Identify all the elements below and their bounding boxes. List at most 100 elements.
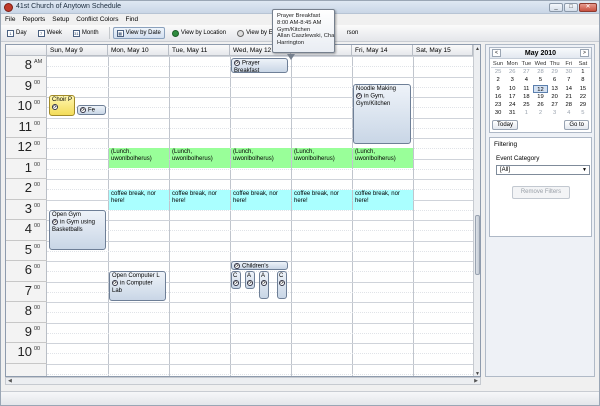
calendar-date[interactable]: 31 (505, 109, 519, 117)
week-view-button[interactable]: 7 Week (34, 27, 66, 39)
event-category-select[interactable]: [All] ▼ (496, 165, 590, 175)
calendar-date[interactable]: 1 (576, 68, 590, 76)
event-open-gym[interactable]: Open Gym ⟳ in Gym using Basketballs (49, 210, 106, 250)
event-coffee-thu[interactable]: coffee break, nor here! (292, 190, 352, 210)
day-header-sat[interactable]: Sat, May 15 (413, 45, 473, 56)
menu-setup[interactable]: Setup (52, 16, 69, 23)
calendar-date[interactable]: 1 (519, 109, 533, 117)
calendar-date[interactable]: 25 (519, 101, 533, 109)
event-coffee-fri[interactable]: coffee break, nor here! (353, 190, 413, 210)
event-tooltip: Prayer Breakfast 8:00 AM-8:45 AM Gym/Kit… (272, 9, 335, 60)
calendar-date[interactable]: 28 (533, 68, 547, 76)
calendar-date[interactable]: 18 (519, 93, 533, 101)
calendar-date[interactable]: 28 (562, 101, 576, 109)
event-childrens-2[interactable]: A ⟳ (245, 271, 255, 289)
calendar-date[interactable]: 16 (491, 93, 505, 101)
calendar-date[interactable]: 8 (576, 76, 590, 84)
calendar-date[interactable]: 10 (505, 85, 519, 93)
event-fe[interactable]: ⟳ Fe (77, 105, 106, 115)
event-noodle-making[interactable]: Noodle Making ⟳ in Gym, Gym/Kitchen (353, 84, 411, 144)
calendar-date[interactable]: 17 (505, 93, 519, 101)
recurring-icon: ⟳ (52, 104, 58, 110)
calendar-date[interactable]: 30 (491, 109, 505, 117)
calendar-date[interactable]: 3 (548, 109, 562, 117)
calendar-date[interactable]: 5 (576, 109, 590, 117)
event-open-computer-lab[interactable]: Open Computer L ⟳ in Computer Lab (109, 271, 166, 301)
day-view-button[interactable]: 1 Day (3, 27, 31, 39)
calendar-date[interactable]: 4 (519, 76, 533, 84)
schedule-grid[interactable]: ⟳ Prayer Breakfast Choir P ⟳ ⟳ Fe Noodle Ma… (47, 56, 473, 376)
calendar-date[interactable]: 27 (519, 68, 533, 76)
menu-reports[interactable]: Reports (22, 16, 45, 23)
prev-month-button[interactable]: < (492, 49, 501, 57)
calendar-date[interactable]: 4 (562, 109, 576, 117)
day-header-sun[interactable]: Sun, May 9 (47, 45, 108, 56)
calendar-date[interactable]: 22 (576, 93, 590, 101)
event-childrens[interactable]: ⟳ Children's (231, 261, 288, 270)
hour-gridline (47, 56, 473, 57)
view-by-location-button[interactable]: View by Location (168, 27, 230, 39)
view-by-date-button[interactable]: ▦ View by Date (112, 27, 165, 39)
calendar-date[interactable]: 25 (491, 68, 505, 76)
scroll-up-icon[interactable]: ▲ (474, 45, 480, 53)
calendar-date[interactable]: 2 (491, 76, 505, 84)
day-header-tue[interactable]: Tue, May 11 (169, 45, 230, 56)
event-childrens-4[interactable]: C ⟳ (277, 271, 287, 299)
calendar-date[interactable]: 29 (576, 101, 590, 109)
calendar-date[interactable]: 7 (562, 76, 576, 84)
calendar-date[interactable]: 14 (562, 85, 576, 93)
calendar-date[interactable]: 11 (519, 85, 533, 93)
restore-button[interactable]: □ (564, 3, 578, 12)
event-lunch-mon[interactable]: (Lunch, uwonlbolherus) (109, 148, 169, 168)
calendar-date[interactable]: 24 (505, 101, 519, 109)
calendar-date[interactable]: 30 (562, 68, 576, 76)
event-coffee-wed[interactable]: coffee break, nor here! (231, 190, 291, 210)
day-header-mon[interactable]: Mon, May 10 (108, 45, 169, 56)
scroll-right-icon[interactable]: ▶ (474, 378, 478, 385)
event-lunch-fri[interactable]: (Lunch, uwonlbolherus) (353, 148, 413, 168)
event-childrens-3[interactable]: A ⟳ (259, 271, 269, 299)
calendar-date[interactable]: 3 (505, 76, 519, 84)
scroll-down-icon[interactable]: ▼ (474, 370, 480, 376)
calendar-date[interactable]: 26 (533, 101, 547, 109)
calendar-date[interactable]: 23 (491, 101, 505, 109)
calendar-date[interactable]: 29 (548, 68, 562, 76)
calendar-date[interactable]: 15 (576, 85, 590, 93)
menu-conflict-colors[interactable]: Conflict Colors (76, 16, 118, 23)
view-by-person-button[interactable]: rson (343, 27, 363, 39)
minimize-button[interactable]: _ (549, 3, 563, 12)
event-prayer-breakfast[interactable]: ⟳ Prayer Breakfast (231, 58, 288, 73)
calendar-date[interactable]: 27 (548, 101, 562, 109)
day-header-fri[interactable]: Fri, May 14 (352, 45, 413, 56)
hour-suffix: 00 (34, 243, 41, 250)
vertical-scrollbar[interactable]: ▲ ▼ (473, 45, 480, 376)
calendar-date[interactable]: 2 (533, 109, 547, 117)
event-lunch-wed[interactable]: (Lunch, uwonlbolherus) (231, 148, 291, 168)
event-lunch-thu[interactable]: (Lunch, uwonlbolherus) (292, 148, 352, 168)
month-view-button[interactable]: 31 Month (69, 27, 103, 39)
event-choir-practice[interactable]: Choir P ⟳ (49, 95, 75, 116)
scroll-left-icon[interactable]: ◀ (8, 378, 12, 385)
event-coffee-mon[interactable]: coffee break, nor here! (109, 190, 169, 210)
scroll-thumb[interactable] (475, 215, 480, 275)
menu-file[interactable]: File (5, 16, 15, 23)
calendar-date[interactable]: 13 (548, 85, 562, 93)
calendar-date[interactable]: 21 (562, 93, 576, 101)
calendar-date[interactable]: 9 (491, 85, 505, 93)
calendar-date[interactable]: 19 (533, 93, 547, 101)
next-month-button[interactable]: > (579, 49, 589, 57)
menu-find[interactable]: Find (126, 16, 139, 23)
calendar-date[interactable]: 12 (533, 84, 548, 93)
today-button[interactable]: Today (492, 120, 519, 130)
close-button[interactable]: ✕ (579, 3, 597, 12)
remove-filters-button[interactable]: Remove Filters (512, 186, 570, 199)
event-coffee-tue[interactable]: coffee break, nor here! (170, 190, 230, 210)
calendar-date[interactable]: 6 (548, 76, 562, 84)
goto-button[interactable]: Go to (564, 120, 589, 130)
calendar-date[interactable]: 5 (533, 76, 547, 84)
event-lunch-tue[interactable]: (Lunch, uwonlbolherus) (170, 148, 230, 168)
calendar-date[interactable]: 26 (505, 68, 519, 76)
horizontal-scrollbar[interactable]: ◀ ▶ (5, 377, 481, 385)
calendar-date[interactable]: 20 (548, 93, 562, 101)
event-childrens-1[interactable]: C ⟳ (231, 271, 241, 289)
